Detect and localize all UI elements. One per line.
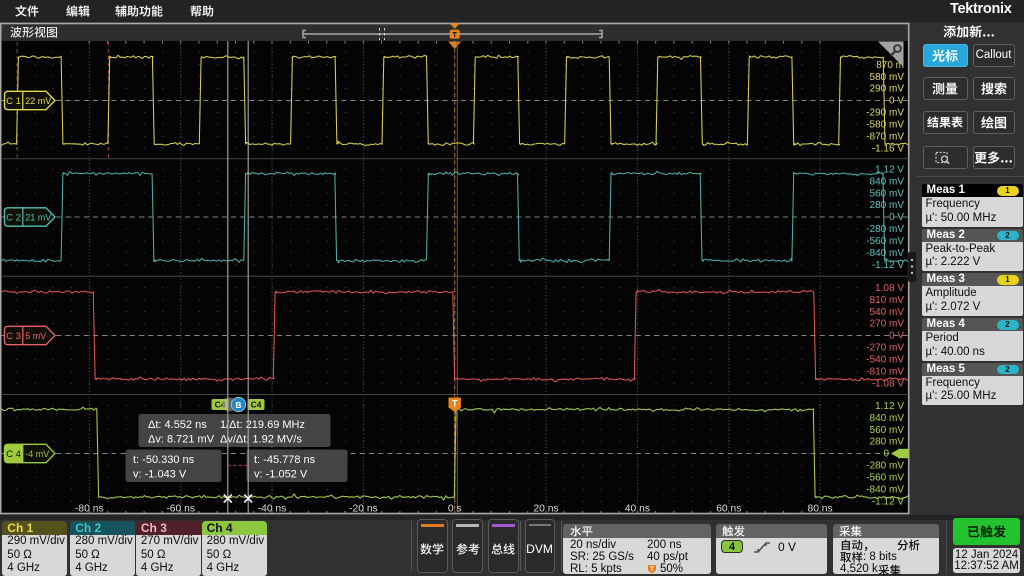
svg-text:-560 mV: -560 mV (866, 473, 904, 484)
svg-text:0 s: 0 s (448, 504, 462, 515)
svg-text:0 V: 0 V (889, 331, 904, 342)
svg-text:60 ns: 60 ns (716, 504, 741, 515)
svg-text:1.12 V: 1.12 V (875, 401, 904, 412)
svg-text:Δv/Δt: 1.92 MV/s: Δv/Δt: 1.92 MV/s (220, 434, 302, 446)
svg-text:-20 ns: -20 ns (349, 504, 378, 515)
svg-text:-40 ns: -40 ns (258, 504, 287, 515)
svg-text:T: T (452, 30, 457, 39)
svg-text:5 mV: 5 mV (25, 331, 46, 341)
svg-text:C 4: C 4 (6, 449, 21, 460)
svg-text:0: 0 (883, 449, 889, 460)
svg-text:Δv: 8.721 mV: Δv: 8.721 mV (148, 434, 215, 446)
svg-text:280 mV: 280 mV (870, 437, 905, 448)
svg-text:-560 mV: -560 mV (866, 236, 904, 247)
svg-text:t: -50.330 ns: t: -50.330 ns (133, 454, 195, 466)
svg-text:-280 mV: -280 mV (866, 224, 904, 235)
svg-text:-290 mV: -290 mV (866, 108, 904, 119)
svg-text:560 mV: 560 mV (870, 188, 905, 199)
svg-text:-270 mV: -270 mV (866, 343, 904, 354)
svg-text:C 2: C 2 (6, 213, 21, 224)
svg-text:-1.12 V: -1.12 V (872, 260, 905, 271)
svg-text:580 mV: 580 mV (870, 72, 905, 83)
svg-text:560 mV: 560 mV (870, 425, 905, 436)
svg-text:-540 mV: -540 mV (866, 355, 904, 366)
svg-text:-840 mV: -840 mV (866, 248, 904, 259)
svg-text:0 V: 0 V (889, 96, 904, 107)
svg-text:21 mV: 21 mV (25, 212, 51, 222)
svg-text:C4: C4 (251, 400, 262, 410)
svg-text:-1.08 V: -1.08 V (872, 379, 905, 390)
svg-text:C 3: C 3 (6, 331, 21, 342)
svg-text:810 mV: 810 mV (870, 295, 905, 306)
svg-text:-1.12 V: -1.12 V (872, 497, 905, 508)
svg-text:T: T (650, 566, 654, 573)
svg-text:270 mV: 270 mV (870, 319, 905, 330)
svg-text:T: T (452, 399, 458, 409)
svg-text:-80 ns: -80 ns (75, 504, 104, 515)
svg-text:-810 mV: -810 mV (866, 367, 904, 378)
svg-text:840 mV: 840 mV (870, 176, 905, 187)
svg-text:840 mV: 840 mV (870, 413, 905, 424)
svg-text:-280 mV: -280 mV (866, 461, 904, 472)
svg-text:-840 mV: -840 mV (866, 485, 904, 496)
svg-text:v: -1.052 V: v: -1.052 V (254, 469, 308, 481)
svg-text:B: B (235, 400, 241, 410)
svg-text:1.12 V: 1.12 V (875, 164, 904, 175)
svg-text:t: -45.778 ns: t: -45.778 ns (254, 454, 316, 466)
svg-text:-580 mV: -580 mV (866, 120, 904, 131)
svg-text:C 1: C 1 (6, 96, 21, 107)
svg-text:0 V: 0 V (889, 212, 904, 223)
svg-text:-870 mV: -870 mV (866, 132, 904, 143)
svg-text:1.08 V: 1.08 V (875, 283, 904, 294)
svg-text:40 ns: 40 ns (625, 504, 650, 515)
svg-text:22 mV: 22 mV (25, 96, 51, 106)
svg-text:1/Δt: 219.69 MHz: 1/Δt: 219.69 MHz (220, 419, 305, 431)
svg-text:20 ns: 20 ns (533, 504, 558, 515)
svg-text:540 mV: 540 mV (870, 307, 905, 318)
svg-text:Δt: 4.552 ns: Δt: 4.552 ns (148, 419, 207, 431)
svg-text:v: -1.043 V: v: -1.043 V (133, 469, 187, 481)
svg-text:-1.16 V: -1.16 V (872, 144, 905, 155)
svg-text:280 mV: 280 mV (870, 200, 905, 211)
svg-text:290 mV: 290 mV (870, 84, 905, 95)
svg-text:-60 ns: -60 ns (166, 504, 195, 515)
svg-text:-4 mV: -4 mV (25, 449, 49, 459)
svg-text:80 ns: 80 ns (807, 504, 832, 515)
